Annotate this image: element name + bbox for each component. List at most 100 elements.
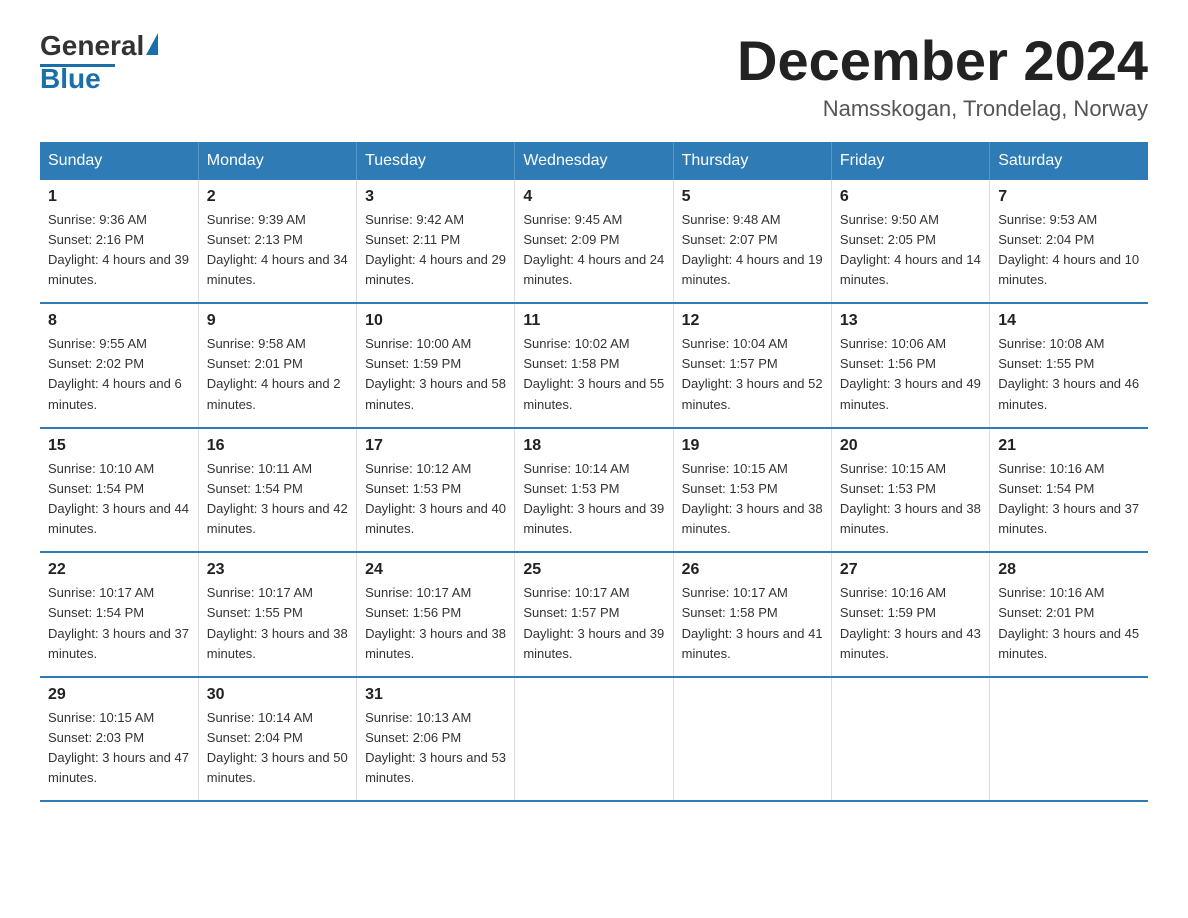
day-number: 31 xyxy=(365,686,506,704)
calendar-cell: 22 Sunrise: 10:17 AMSunset: 1:54 PMDaylig… xyxy=(40,552,198,677)
day-info: Sunrise: 10:00 AMSunset: 1:59 PMDaylight… xyxy=(365,334,506,415)
day-number: 24 xyxy=(365,561,506,579)
day-number: 15 xyxy=(48,437,190,455)
calendar-cell: 15Sunrise: 10:10 AMSunset: 1:54 PMDaylig… xyxy=(40,428,198,553)
calendar-cell: 4Sunrise: 9:45 AMSunset: 2:09 PMDaylight… xyxy=(515,180,673,304)
day-number: 30 xyxy=(207,686,348,704)
col-header-tuesday: Tuesday xyxy=(357,142,515,180)
calendar-cell: 28 Sunrise: 10:16 AMSunset: 2:01 PMDaylig… xyxy=(990,552,1148,677)
calendar-header-row: SundayMondayTuesdayWednesdayThursdayFrid… xyxy=(40,142,1148,180)
calendar-cell: 17Sunrise: 10:12 AMSunset: 1:53 PMDaylig… xyxy=(357,428,515,553)
day-info: Sunrise: 10:14 AMSunset: 2:04 PMDaylight… xyxy=(207,708,348,789)
calendar-cell: 13Sunrise: 10:06 AMSunset: 1:56 PMDaylig… xyxy=(831,303,989,428)
day-info: Sunrise: 10:15 AMSunset: 1:53 PMDaylight… xyxy=(840,459,981,540)
day-info: Sunrise: 10:15 AMSunset: 1:53 PMDaylight… xyxy=(682,459,823,540)
col-header-monday: Monday xyxy=(198,142,356,180)
day-number: 22 xyxy=(48,561,190,579)
day-info: Sunrise: 10:16 AMSunset: 1:59 PMDaylight… xyxy=(840,583,981,664)
calendar-cell: 5 Sunrise: 9:48 AMSunset: 2:07 PMDaylight… xyxy=(673,180,831,304)
day-info: Sunrise: 10:11 AMSunset: 1:54 PMDaylight… xyxy=(207,459,348,540)
calendar-cell: 7 Sunrise: 9:53 AMSunset: 2:04 PMDaylight… xyxy=(990,180,1148,304)
day-number: 11 xyxy=(523,312,664,330)
day-number: 14 xyxy=(998,312,1140,330)
calendar-cell: 21 Sunrise: 10:16 AMSunset: 1:54 PMDaylig… xyxy=(990,428,1148,553)
day-info: Sunrise: 10:02 AMSunset: 1:58 PMDaylight… xyxy=(523,334,664,415)
calendar-cell: 24Sunrise: 10:17 AMSunset: 1:56 PMDaylig… xyxy=(357,552,515,677)
page-header: General Blue December 2024 Namsskogan, T… xyxy=(40,30,1148,122)
day-number: 26 xyxy=(682,561,823,579)
calendar-cell: 25 Sunrise: 10:17 AMSunset: 1:57 PMDaylig… xyxy=(515,552,673,677)
col-header-wednesday: Wednesday xyxy=(515,142,673,180)
day-info: Sunrise: 9:53 AMSunset: 2:04 PMDaylight:… xyxy=(998,210,1140,291)
calendar-cell: 18 Sunrise: 10:14 AMSunset: 1:53 PMDaylig… xyxy=(515,428,673,553)
day-info: Sunrise: 10:17 AMSunset: 1:55 PMDaylight… xyxy=(207,583,348,664)
calendar-cell: 23 Sunrise: 10:17 AMSunset: 1:55 PMDaylig… xyxy=(198,552,356,677)
month-title: December 2024 xyxy=(737,30,1148,92)
day-number: 10 xyxy=(365,312,506,330)
day-number: 12 xyxy=(682,312,823,330)
col-header-sunday: Sunday xyxy=(40,142,198,180)
day-info: Sunrise: 10:17 AMSunset: 1:54 PMDaylight… xyxy=(48,583,190,664)
calendar-cell: 30 Sunrise: 10:14 AMSunset: 2:04 PMDaylig… xyxy=(198,677,356,802)
day-number: 3 xyxy=(365,188,506,206)
day-number: 28 xyxy=(998,561,1140,579)
day-info: Sunrise: 10:04 AMSunset: 1:57 PMDaylight… xyxy=(682,334,823,415)
day-info: Sunrise: 9:50 AMSunset: 2:05 PMDaylight:… xyxy=(840,210,981,291)
day-info: Sunrise: 10:15 AMSunset: 2:03 PMDaylight… xyxy=(48,708,190,789)
day-number: 8 xyxy=(48,312,190,330)
calendar-cell: 27 Sunrise: 10:16 AMSunset: 1:59 PMDaylig… xyxy=(831,552,989,677)
week-row-4: 22 Sunrise: 10:17 AMSunset: 1:54 PMDaylig… xyxy=(40,552,1148,677)
calendar-cell: 9Sunrise: 9:58 AMSunset: 2:01 PMDaylight… xyxy=(198,303,356,428)
day-info: Sunrise: 9:39 AMSunset: 2:13 PMDaylight:… xyxy=(207,210,348,291)
calendar-cell: 10 Sunrise: 10:00 AMSunset: 1:59 PMDaylig… xyxy=(357,303,515,428)
day-number: 7 xyxy=(998,188,1140,206)
day-number: 6 xyxy=(840,188,981,206)
day-info: Sunrise: 10:14 AMSunset: 1:53 PMDaylight… xyxy=(523,459,664,540)
day-info: Sunrise: 10:13 AMSunset: 2:06 PMDaylight… xyxy=(365,708,506,789)
day-info: Sunrise: 10:16 AMSunset: 1:54 PMDaylight… xyxy=(998,459,1140,540)
day-number: 21 xyxy=(998,437,1140,455)
col-header-saturday: Saturday xyxy=(990,142,1148,180)
logo-text: General xyxy=(40,30,158,62)
day-info: Sunrise: 9:42 AMSunset: 2:11 PMDaylight:… xyxy=(365,210,506,291)
calendar-cell xyxy=(673,677,831,802)
calendar-cell: 12 Sunrise: 10:04 AMSunset: 1:57 PMDaylig… xyxy=(673,303,831,428)
calendar-cell: 16Sunrise: 10:11 AMSunset: 1:54 PMDaylig… xyxy=(198,428,356,553)
title-block: December 2024 Namsskogan, Trondelag, Nor… xyxy=(737,30,1148,122)
calendar-cell: 20Sunrise: 10:15 AMSunset: 1:53 PMDaylig… xyxy=(831,428,989,553)
calendar-cell xyxy=(515,677,673,802)
day-number: 27 xyxy=(840,561,981,579)
day-info: Sunrise: 10:17 AMSunset: 1:57 PMDaylight… xyxy=(523,583,664,664)
calendar-cell: 26 Sunrise: 10:17 AMSunset: 1:58 PMDaylig… xyxy=(673,552,831,677)
week-row-1: 1Sunrise: 9:36 AMSunset: 2:16 PMDaylight… xyxy=(40,180,1148,304)
day-info: Sunrise: 9:45 AMSunset: 2:09 PMDaylight:… xyxy=(523,210,664,291)
calendar-cell xyxy=(831,677,989,802)
day-info: Sunrise: 9:55 AMSunset: 2:02 PMDaylight:… xyxy=(48,334,190,415)
day-number: 23 xyxy=(207,561,348,579)
day-number: 9 xyxy=(207,312,348,330)
logo-blue-text: Blue xyxy=(40,63,101,95)
calendar-cell: 2 Sunrise: 9:39 AMSunset: 2:13 PMDaylight… xyxy=(198,180,356,304)
day-info: Sunrise: 10:16 AMSunset: 2:01 PMDaylight… xyxy=(998,583,1140,664)
calendar-cell: 11 Sunrise: 10:02 AMSunset: 1:58 PMDaylig… xyxy=(515,303,673,428)
day-number: 18 xyxy=(523,437,664,455)
day-number: 2 xyxy=(207,188,348,206)
calendar-cell: 29 Sunrise: 10:15 AMSunset: 2:03 PMDaylig… xyxy=(40,677,198,802)
calendar-cell: 3 Sunrise: 9:42 AMSunset: 2:11 PMDaylight… xyxy=(357,180,515,304)
day-number: 19 xyxy=(682,437,823,455)
calendar-cell: 1Sunrise: 9:36 AMSunset: 2:16 PMDaylight… xyxy=(40,180,198,304)
calendar-cell: 14Sunrise: 10:08 AMSunset: 1:55 PMDaylig… xyxy=(990,303,1148,428)
day-number: 25 xyxy=(523,561,664,579)
day-number: 29 xyxy=(48,686,190,704)
logo-triangle-icon xyxy=(146,33,158,55)
day-number: 5 xyxy=(682,188,823,206)
col-header-thursday: Thursday xyxy=(673,142,831,180)
calendar-cell xyxy=(990,677,1148,802)
day-info: Sunrise: 10:17 AMSunset: 1:58 PMDaylight… xyxy=(682,583,823,664)
day-info: Sunrise: 10:06 AMSunset: 1:56 PMDaylight… xyxy=(840,334,981,415)
day-info: Sunrise: 9:48 AMSunset: 2:07 PMDaylight:… xyxy=(682,210,823,291)
calendar-cell: 19 Sunrise: 10:15 AMSunset: 1:53 PMDaylig… xyxy=(673,428,831,553)
day-info: Sunrise: 9:36 AMSunset: 2:16 PMDaylight:… xyxy=(48,210,190,291)
logo: General Blue xyxy=(40,30,158,95)
week-row-5: 29 Sunrise: 10:15 AMSunset: 2:03 PMDaylig… xyxy=(40,677,1148,802)
